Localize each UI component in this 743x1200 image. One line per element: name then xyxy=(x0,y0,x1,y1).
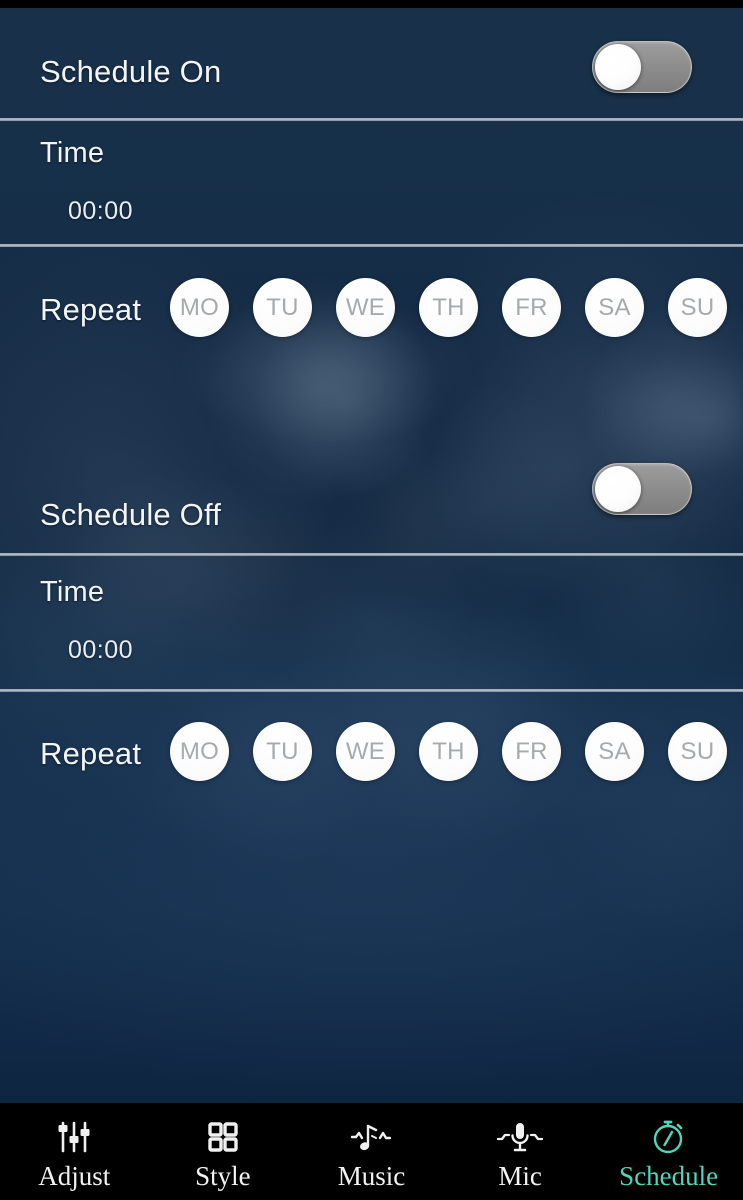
day-toggle-su[interactable]: SU xyxy=(668,722,727,781)
schedule-screen: Schedule On Time 00:00 Repeat MO TU WE TH FR… xyxy=(0,0,743,1200)
day-toggle-mo[interactable]: MO xyxy=(170,278,229,337)
day-toggle-tu[interactable]: TU xyxy=(253,278,312,337)
divider-4 xyxy=(0,689,743,692)
schedule-on-toggle[interactable] xyxy=(592,41,692,93)
day-toggle-tu[interactable]: TU xyxy=(253,722,312,781)
schedule-on-time-value[interactable]: 00:00 xyxy=(68,197,133,226)
nav-item-adjust[interactable]: Adjust xyxy=(0,1103,149,1200)
divider-3 xyxy=(0,553,743,556)
nav-label-schedule: Schedule xyxy=(619,1161,719,1191)
divider-1 xyxy=(0,118,743,121)
stopwatch-icon xyxy=(643,1115,695,1159)
microphone-icon xyxy=(494,1115,546,1159)
schedule-off-repeat-days: MO TU WE TH FR SA SU xyxy=(170,722,727,781)
schedule-on-repeat-label: Repeat xyxy=(40,292,142,327)
schedule-off-repeat-label: Repeat xyxy=(40,736,142,771)
day-toggle-we[interactable]: WE xyxy=(336,722,395,781)
schedule-off-time-row[interactable]: Time 00:00 xyxy=(0,556,743,682)
toggle-knob xyxy=(595,44,641,90)
day-toggle-th[interactable]: TH xyxy=(419,278,478,337)
day-toggle-we[interactable]: WE xyxy=(336,278,395,337)
music-note-icon xyxy=(345,1115,397,1159)
schedule-on-label: Schedule On xyxy=(40,54,222,89)
nav-item-schedule[interactable]: Schedule xyxy=(594,1103,743,1200)
schedule-on-row[interactable]: Schedule On xyxy=(0,8,743,118)
nav-label-music: Music xyxy=(337,1161,406,1191)
day-toggle-su[interactable]: SU xyxy=(668,278,727,337)
divider-2 xyxy=(0,244,743,247)
sliders-icon xyxy=(48,1115,100,1159)
schedule-on-time-row[interactable]: Time 00:00 xyxy=(0,121,743,244)
schedule-off-repeat-row: Repeat MO TU WE TH FR SA SU xyxy=(0,692,743,872)
day-toggle-th[interactable]: TH xyxy=(419,722,478,781)
schedule-off-label: Schedule Off xyxy=(40,497,222,532)
bottom-navigation-bar: Adjust Style Music Mic Schedule xyxy=(0,1103,743,1200)
day-toggle-mo[interactable]: MO xyxy=(170,722,229,781)
nav-label-adjust: Adjust xyxy=(38,1161,111,1191)
nav-item-music[interactable]: Music xyxy=(297,1103,446,1200)
schedule-off-toggle[interactable] xyxy=(592,463,692,515)
day-toggle-sa[interactable]: SA xyxy=(585,278,644,337)
nav-item-style[interactable]: Style xyxy=(149,1103,298,1200)
grid-icon xyxy=(197,1115,249,1159)
toggle-knob xyxy=(595,466,641,512)
schedule-on-repeat-row: Repeat MO TU WE TH FR SA SU xyxy=(0,247,743,477)
day-toggle-fr[interactable]: FR xyxy=(502,278,561,337)
nav-label-mic: Mic xyxy=(498,1161,542,1191)
schedule-off-row[interactable]: Schedule Off xyxy=(0,463,743,553)
nav-item-mic[interactable]: Mic xyxy=(446,1103,595,1200)
nav-label-style: Style xyxy=(195,1161,251,1191)
day-toggle-sa[interactable]: SA xyxy=(585,722,644,781)
schedule-off-time-label: Time xyxy=(40,576,105,608)
schedule-off-time-value[interactable]: 00:00 xyxy=(68,636,133,665)
status-bar-strip xyxy=(0,0,743,8)
schedule-on-repeat-days: MO TU WE TH FR SA SU xyxy=(170,278,727,337)
day-toggle-fr[interactable]: FR xyxy=(502,722,561,781)
schedule-on-time-label: Time xyxy=(40,137,105,169)
